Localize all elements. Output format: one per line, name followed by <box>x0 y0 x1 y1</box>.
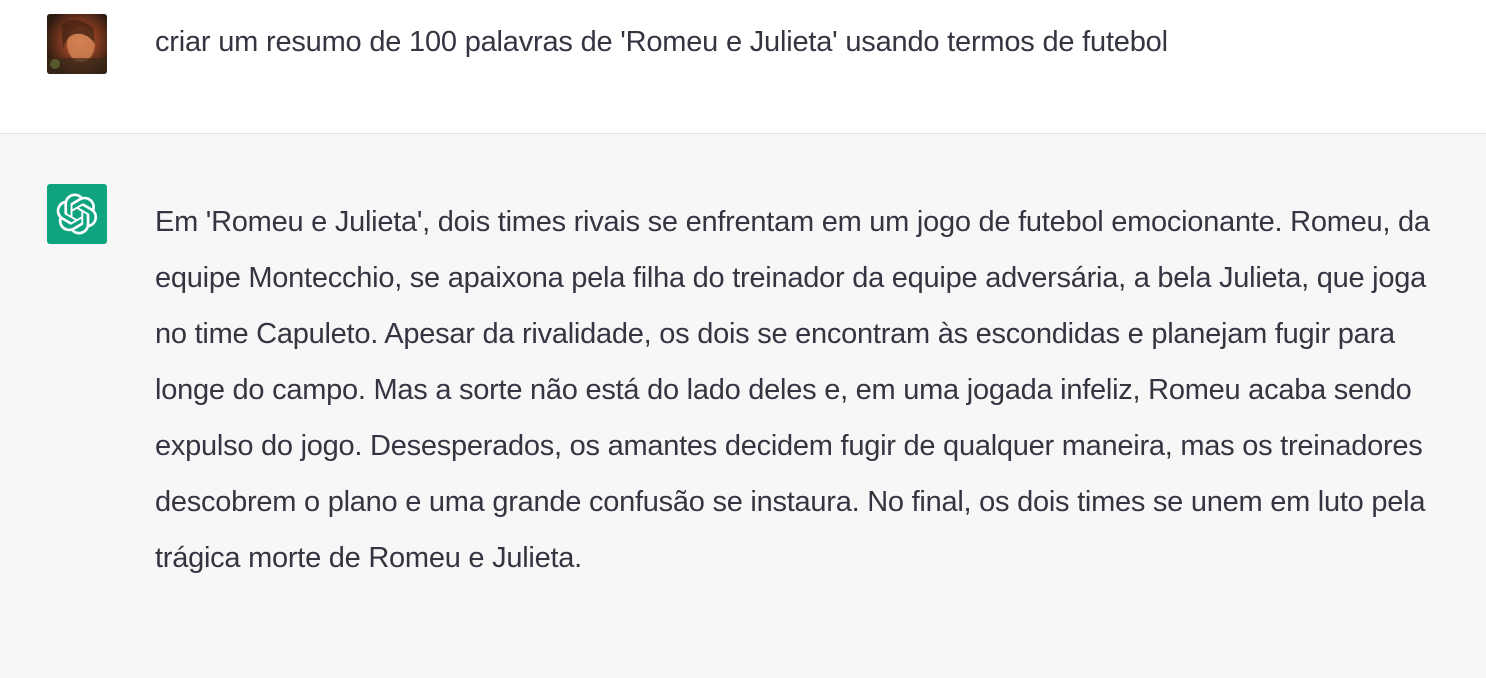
user-photo-avatar-icon <box>47 14 107 74</box>
openai-knot-icon <box>56 193 98 235</box>
user-message-row: criar um resumo de 100 palavras de 'Rome… <box>0 0 1486 134</box>
chatgpt-logo-icon <box>47 184 107 244</box>
assistant-message-row: Em 'Romeu e Julieta', dois times rivais … <box>0 134 1486 678</box>
user-message-text: criar um resumo de 100 palavras de 'Rome… <box>155 26 1168 58</box>
assistant-message-text: Em 'Romeu e Julieta', dois times rivais … <box>155 206 1430 574</box>
user-avatar <box>47 14 107 74</box>
